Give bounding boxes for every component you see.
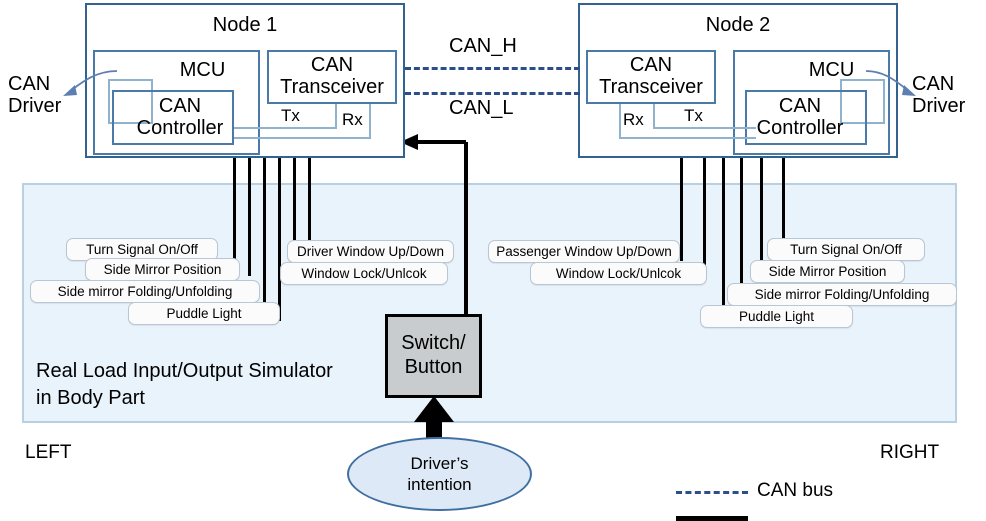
can-h-line [405, 67, 580, 70]
node1-txrx-wires [234, 104, 371, 139]
orientation-left-label: LEFT [25, 442, 72, 463]
signal-pill: Window Lock/Unlcok [280, 262, 448, 285]
node2-transceiver-box: CAN Transceiver [586, 50, 716, 104]
driver-intention-line1: Driver’s [410, 453, 469, 473]
node2-title: Node 2 [705, 14, 771, 36]
signal-pill: Puddle Light [128, 302, 280, 325]
node1-wire-4 [278, 158, 281, 321]
legend-can-bus-label: CAN bus [757, 480, 834, 501]
node2-wire-1 [680, 158, 683, 261]
switch-button-line2: Button [404, 356, 463, 378]
switch-button-box[interactable]: Switch/ Button [385, 314, 482, 398]
node2-transceiver-label: CAN Transceiver [599, 54, 703, 98]
diagram-canvas: Real Load Input/Output Simulator in Body… [0, 0, 986, 521]
node1-can-driver-label: CAN Driver [8, 73, 62, 117]
node2-wire-5 [760, 158, 763, 276]
driver-intention-ellipse: Driver’s intention [347, 437, 532, 511]
node2-can-controller-box: CAN Controller [745, 90, 867, 145]
legend-wire-swatch [676, 516, 748, 521]
node2-can-controller-label: CAN Controller [756, 94, 844, 139]
signal-pill: Side Mirror Position [85, 258, 240, 281]
switch-button-line1: Switch/ [401, 332, 466, 355]
node1-mcu-label: MCU [179, 59, 226, 81]
node1-transceiver-label: CAN Transceiver [280, 54, 384, 98]
node1-can-controller-label: CAN Controller [136, 94, 224, 139]
node2-wire-3 [722, 158, 725, 321]
orientation-right-label: RIGHT [880, 442, 940, 463]
node1-tx-label: Tx [281, 106, 300, 125]
can-h-label: CAN_H [449, 35, 517, 57]
signal-pill: Window Lock/Unlcok [530, 262, 707, 285]
node2-can-driver-arrow [865, 70, 916, 96]
signal-pill: Driver Window Up/Down [287, 240, 454, 263]
node2-rx-label: Rx [623, 110, 644, 129]
legend-can-bus-swatch [676, 491, 748, 494]
driver-intention-line2: intention [407, 475, 472, 494]
signal-pill: Puddle Light [700, 305, 853, 328]
node2-wire-2 [703, 158, 706, 276]
node1-can-controller-box: CAN Controller [112, 90, 234, 145]
signal-pill: Side Mirror Position [750, 260, 905, 283]
node1-wire-3 [263, 158, 266, 306]
can-l-line [405, 92, 580, 95]
signal-pill: Passenger Window Up/Down [488, 240, 680, 263]
node1-can-driver-arrow [63, 70, 118, 96]
node1-wire-2 [248, 158, 251, 276]
node1-rx-label: Rx [342, 110, 363, 129]
node2-txrx-wires [619, 104, 756, 139]
node1-title: Node 1 [212, 14, 278, 36]
node2-tx-label: Tx [684, 106, 703, 125]
signal-pill: Side mirror Folding/Unfolding [30, 280, 260, 303]
signal-pill: Turn Signal On/Off [767, 238, 925, 261]
feedback-arrow [400, 134, 468, 330]
node1-transceiver-box: CAN Transceiver [267, 50, 397, 104]
can-l-label: CAN_L [449, 97, 514, 119]
signal-pill: Side mirror Folding/Unfolding [727, 283, 957, 306]
